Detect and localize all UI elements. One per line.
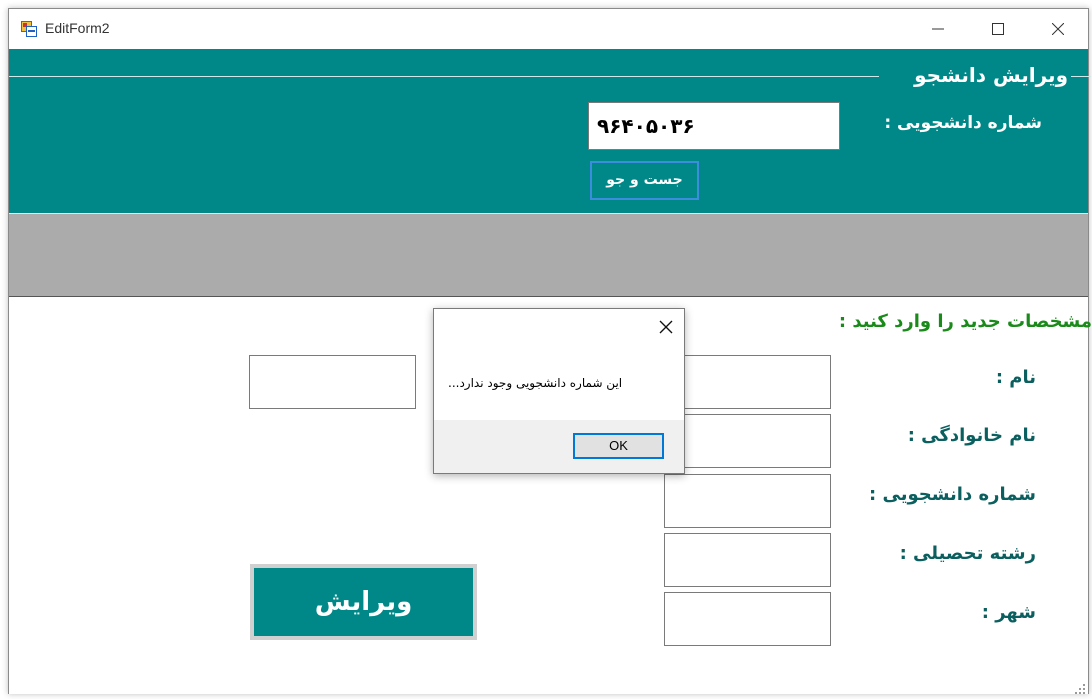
title-bar: EditForm2 [9,9,1088,49]
separator-band [9,214,1088,297]
app-icon [21,21,37,37]
edit-button[interactable]: ویرایش [250,564,477,640]
search-group: ویرایش دانشجو شماره دانشجویی : ۹۶۴۰۵۰۳۶ … [9,49,1091,214]
close-icon [659,320,673,334]
extra-input[interactable] [249,355,416,409]
close-button[interactable] [1029,9,1087,49]
city-label: شهر : [981,602,1036,623]
maximize-icon [992,23,1004,35]
maximize-button[interactable] [969,9,1027,49]
city-input[interactable] [664,592,831,646]
close-icon [1052,23,1064,35]
group-title: ویرایش دانشجو [914,63,1068,87]
last-name-input[interactable] [664,414,831,468]
first-name-label: نام : [995,367,1036,388]
group-border [9,76,879,77]
resize-grip-icon[interactable] [1074,680,1086,694]
minimize-button[interactable] [909,9,967,49]
student-id-field-label: شماره دانشجویی : [869,484,1036,505]
last-name-label: نام خانوادگی : [907,425,1036,446]
student-id-search-input[interactable]: ۹۶۴۰۵۰۳۶ [588,102,840,150]
minimize-icon [932,28,944,30]
student-id-label: شماره دانشجویی : [884,113,1042,133]
dialog-close-button[interactable] [656,317,676,337]
major-input[interactable] [664,533,831,587]
dialog-message: این شماره دانشجویی وجود ندارد... [448,376,623,390]
edit-button-label: ویرایش [254,568,473,636]
student-id-field-input[interactable] [664,474,831,528]
form-instructions: مشخصات جدید را وارد کنید : [838,311,1092,332]
first-name-input[interactable] [664,355,831,409]
search-button[interactable]: جست و جو [590,161,699,200]
major-label: رشته تحصیلی : [899,543,1036,564]
window-title: EditForm2 [45,20,110,36]
group-border [1071,76,1091,77]
message-dialog: این شماره دانشجویی وجود ندارد... OK [433,308,685,474]
dialog-footer: OK [434,420,684,473]
ok-button[interactable]: OK [573,433,664,459]
